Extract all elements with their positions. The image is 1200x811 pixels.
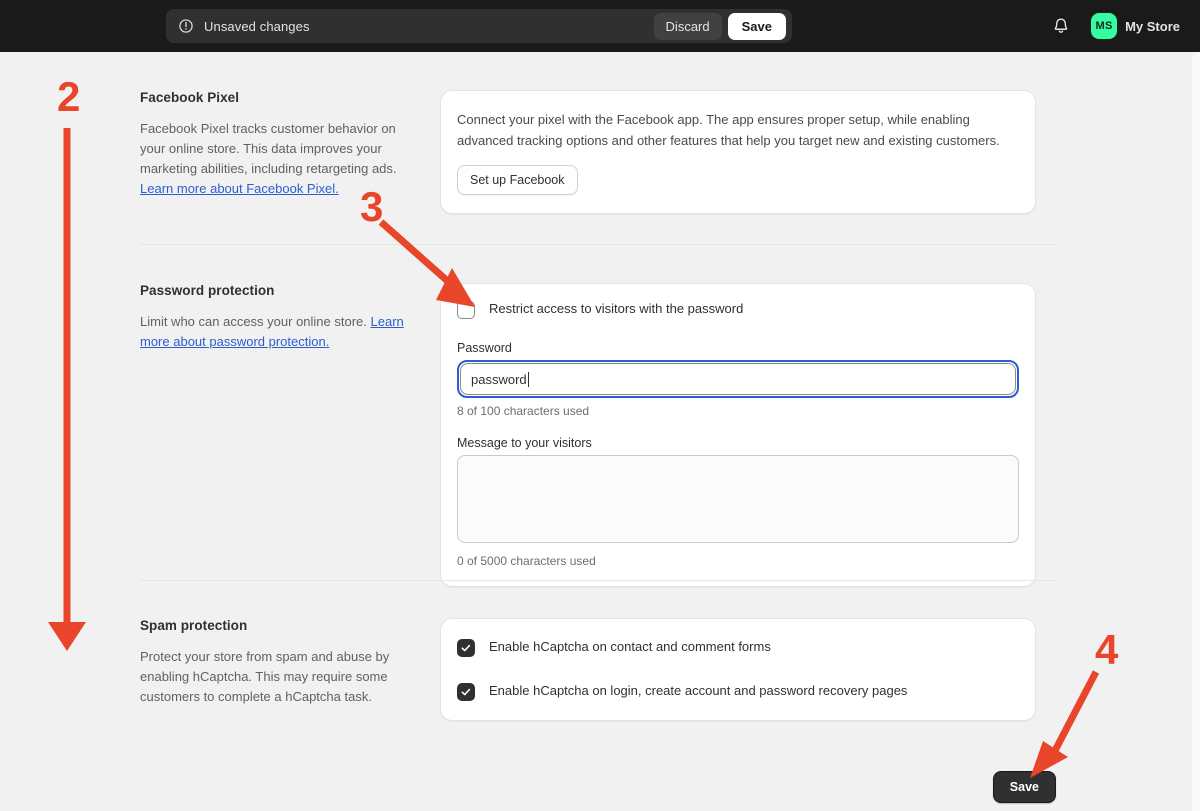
password-protection-card-body: Restrict access to visitors with the pas… xyxy=(441,284,1035,586)
top-app-bar: Unsaved changes Discard Save MS My Store xyxy=(0,0,1200,52)
store-account-chip[interactable]: MS My Store xyxy=(1085,9,1186,43)
unsaved-changes-label: Unsaved changes xyxy=(204,18,310,34)
facebook-pixel-left-column: Facebook Pixel Facebook Pixel tracks cus… xyxy=(140,90,440,214)
restrict-access-checkbox[interactable] xyxy=(457,301,475,319)
notification-bell-icon[interactable] xyxy=(1051,16,1071,36)
restrict-access-row[interactable]: Restrict access to visitors with the pas… xyxy=(457,300,1019,319)
message-field-label: Message to your visitors xyxy=(457,436,592,450)
hcaptcha-login-label: Enable hCaptcha on login, create account… xyxy=(489,683,908,698)
section-spam-protection: Spam protection Protect your store from … xyxy=(140,618,1036,721)
password-protection-title: Password protection xyxy=(140,283,275,298)
check-icon xyxy=(461,688,471,696)
password-field-label: Password xyxy=(457,341,512,355)
spam-protection-card: Enable hCaptcha on contact and comment f… xyxy=(440,618,1036,721)
avatar: MS xyxy=(1091,13,1118,39)
divider-2 xyxy=(140,580,1056,581)
check-icon xyxy=(461,644,471,652)
password-character-count: 8 of 100 characters used xyxy=(457,404,590,418)
set-up-facebook-button[interactable]: Set up Facebook xyxy=(457,165,578,195)
exclamation-circle-icon xyxy=(178,18,194,34)
hcaptcha-contact-row[interactable]: Enable hCaptcha on contact and comment f… xyxy=(457,638,1019,657)
unsaved-changes-bar: Unsaved changes Discard Save xyxy=(166,9,792,43)
discard-button[interactable]: Discard xyxy=(653,12,722,40)
facebook-pixel-description-text: Facebook Pixel tracks customer behavior … xyxy=(140,121,397,176)
password-protection-description-text: Limit who can access your online store. xyxy=(140,314,371,329)
page-scrollbar[interactable] xyxy=(1192,52,1200,811)
facebook-pixel-title: Facebook Pixel xyxy=(140,90,239,105)
text-caret xyxy=(527,371,529,387)
settings-page: Facebook Pixel Facebook Pixel tracks cus… xyxy=(0,52,1192,811)
message-textarea[interactable] xyxy=(457,455,1019,543)
spam-protection-card-body: Enable hCaptcha on contact and comment f… xyxy=(441,619,1035,717)
hcaptcha-contact-label: Enable hCaptcha on contact and comment f… xyxy=(489,639,771,654)
password-protection-card: Restrict access to visitors with the pas… xyxy=(440,283,1036,587)
facebook-pixel-card-body: Connect your pixel with the Facebook app… xyxy=(441,91,1035,213)
section-password-protection: Password protection Limit who can access… xyxy=(140,283,1036,587)
store-name-label: My Store xyxy=(1125,18,1180,34)
topbar-right-group: MS My Store xyxy=(1051,0,1186,52)
hcaptcha-login-checkbox[interactable] xyxy=(457,683,475,701)
spam-protection-description: Protect your store from spam and abuse b… xyxy=(140,649,390,704)
password-protection-left-column: Password protection Limit who can access… xyxy=(140,283,440,587)
password-protection-description: Limit who can access your online store. … xyxy=(140,312,414,352)
spam-protection-title: Spam protection xyxy=(140,618,248,633)
message-character-count: 0 of 5000 characters used xyxy=(457,554,596,568)
password-input[interactable]: password xyxy=(460,363,1016,395)
password-input-focus-ring: password xyxy=(457,360,1019,398)
facebook-pixel-description: Facebook Pixel tracks customer behavior … xyxy=(140,119,414,199)
facebook-pixel-learn-more-link[interactable]: Learn more about Facebook Pixel. xyxy=(140,181,339,196)
save-button-bottom[interactable]: Save xyxy=(992,771,1056,803)
hcaptcha-login-row[interactable]: Enable hCaptcha on login, create account… xyxy=(457,682,1019,701)
section-facebook-pixel: Facebook Pixel Facebook Pixel tracks cus… xyxy=(140,90,1036,214)
facebook-pixel-card-text: Connect your pixel with the Facebook app… xyxy=(457,112,1000,148)
divider-1 xyxy=(140,244,1056,245)
password-input-value: password xyxy=(471,371,527,387)
spam-protection-left-column: Spam protection Protect your store from … xyxy=(140,618,440,721)
save-button-top[interactable]: Save xyxy=(727,12,786,40)
hcaptcha-contact-checkbox[interactable] xyxy=(457,639,475,657)
footer-actions: Save xyxy=(140,771,1056,805)
restrict-access-label: Restrict access to visitors with the pas… xyxy=(489,301,744,316)
facebook-pixel-card: Connect your pixel with the Facebook app… xyxy=(440,90,1036,214)
